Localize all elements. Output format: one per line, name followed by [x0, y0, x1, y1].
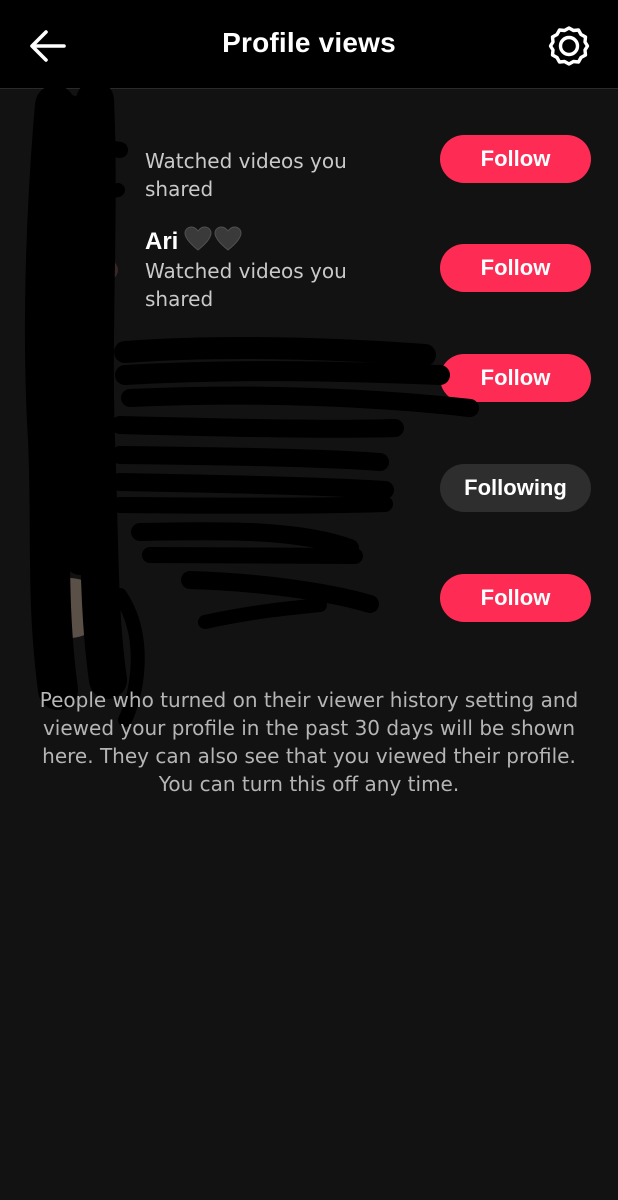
- viewer-username: Ari: [145, 228, 179, 255]
- avatar: [34, 250, 118, 290]
- viewer-row[interactable]: Watched videos you shared Follow: [0, 135, 618, 235]
- page-title: Profile views: [222, 27, 396, 58]
- follow-button[interactable]: Follow: [440, 244, 591, 292]
- follow-button[interactable]: Follow: [440, 354, 591, 402]
- gear-icon: [548, 26, 590, 66]
- viewer-row[interactable]: Follow: [0, 354, 618, 454]
- follow-button[interactable]: Follow: [440, 574, 591, 622]
- avatar: [34, 578, 104, 638]
- viewer-name: Ari: [145, 226, 242, 259]
- viewer-activity: Watched videos you shared: [145, 259, 347, 311]
- top-bar: Profile views: [0, 0, 618, 89]
- following-button[interactable]: Following: [440, 464, 591, 512]
- viewer-row[interactable]: Following: [0, 464, 618, 564]
- black-heart-emoji-icon: [184, 226, 242, 259]
- settings-button[interactable]: [548, 25, 590, 67]
- viewer-history-info: People who turned on their viewer histor…: [39, 688, 579, 796]
- viewer-activity: Watched videos you shared: [145, 149, 347, 201]
- follow-button[interactable]: Follow: [440, 135, 591, 183]
